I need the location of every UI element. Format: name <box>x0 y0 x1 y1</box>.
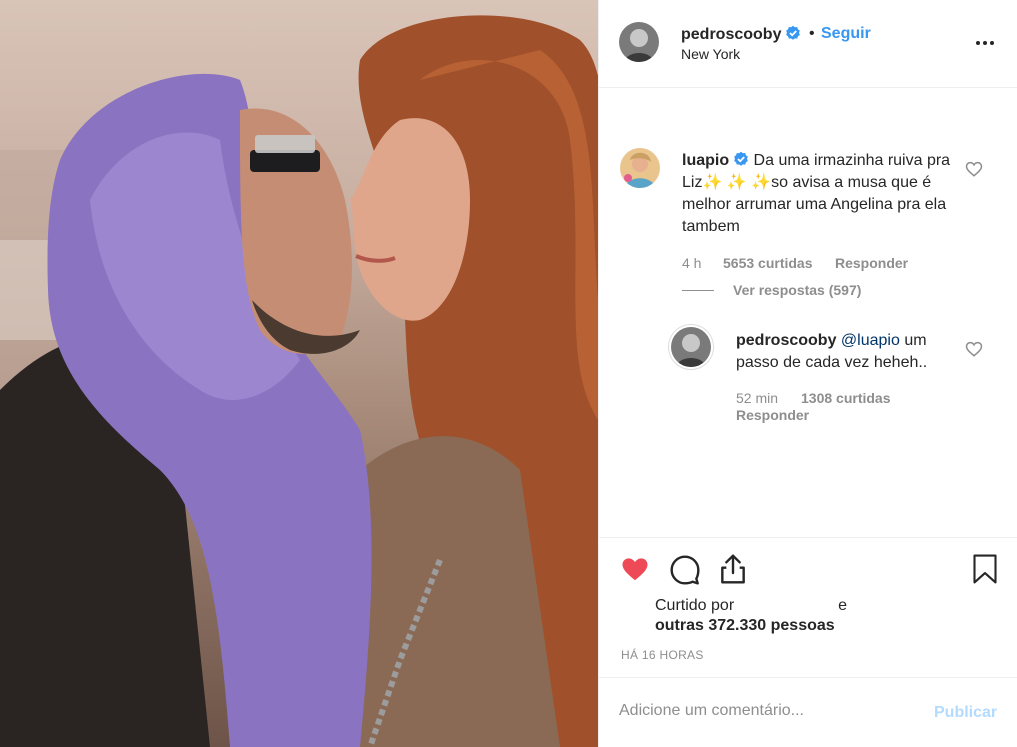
comment-text: luapio Da uma irmazinha ruiva pra Liz✨ ✨… <box>682 150 952 238</box>
reply-mention[interactable]: @luapio <box>841 332 900 349</box>
comment-time[interactable]: 4 h <box>682 255 701 271</box>
reply-username[interactable]: pedroscooby <box>736 332 836 349</box>
publish-button[interactable]: Publicar <box>934 704 997 722</box>
verified-badge-icon <box>786 25 801 40</box>
post-photo[interactable] <box>0 0 598 747</box>
reply-reply-button[interactable]: Responder <box>736 407 809 423</box>
comment-input[interactable] <box>619 702 909 720</box>
reply-like-heart-icon[interactable] <box>965 340 983 358</box>
liked-by-conjunction: e <box>838 597 848 614</box>
liked-by-prefix: Curtido por <box>655 597 735 614</box>
share-icon[interactable] <box>717 552 749 586</box>
reply-avatar[interactable] <box>669 325 713 369</box>
follow-button[interactable]: Seguir <box>821 25 871 43</box>
post-photo-illustration <box>0 15 598 747</box>
reply-likes[interactable]: 1308 curtidas <box>801 390 891 406</box>
comment-reply-button[interactable]: Responder <box>835 255 908 271</box>
post-header: pedroscooby • Seguir New York <box>599 0 1017 88</box>
comment-icon[interactable] <box>669 554 701 586</box>
liked-by-text: Curtido por e <box>655 595 847 617</box>
post-timestamp[interactable]: HÁ 16 HORAS <box>621 648 704 662</box>
heart-icon[interactable] <box>619 554 651 584</box>
author-avatar[interactable] <box>619 22 659 62</box>
liked-by-others-link[interactable]: outras 372.330 pessoas <box>655 617 835 635</box>
comment-like-heart-icon[interactable] <box>965 160 983 178</box>
sparkles-emoji: ✨ ✨ ✨ <box>702 174 772 191</box>
more-icon[interactable] <box>973 32 997 54</box>
comment-likes[interactable]: 5653 curtidas <box>723 255 813 271</box>
verified-badge-icon <box>734 151 748 166</box>
post-location[interactable]: New York <box>681 46 740 62</box>
post-sidebar: pedroscooby • Seguir New York luapio Da … <box>598 0 1017 747</box>
reply-time[interactable]: 52 min <box>736 390 778 406</box>
comment-username[interactable]: luapio <box>682 152 729 169</box>
bookmark-icon[interactable] <box>971 553 999 585</box>
author-username[interactable]: pedroscooby <box>681 25 801 44</box>
replies-divider <box>682 290 714 291</box>
commenter-avatar[interactable] <box>620 148 660 188</box>
header-separator: • <box>809 25 815 42</box>
comment-composer: Publicar <box>599 677 1017 747</box>
reply-text: pedroscooby @luapio um passo de cada vez… <box>736 330 966 374</box>
view-replies-button[interactable]: Ver respostas (597) <box>733 282 861 298</box>
